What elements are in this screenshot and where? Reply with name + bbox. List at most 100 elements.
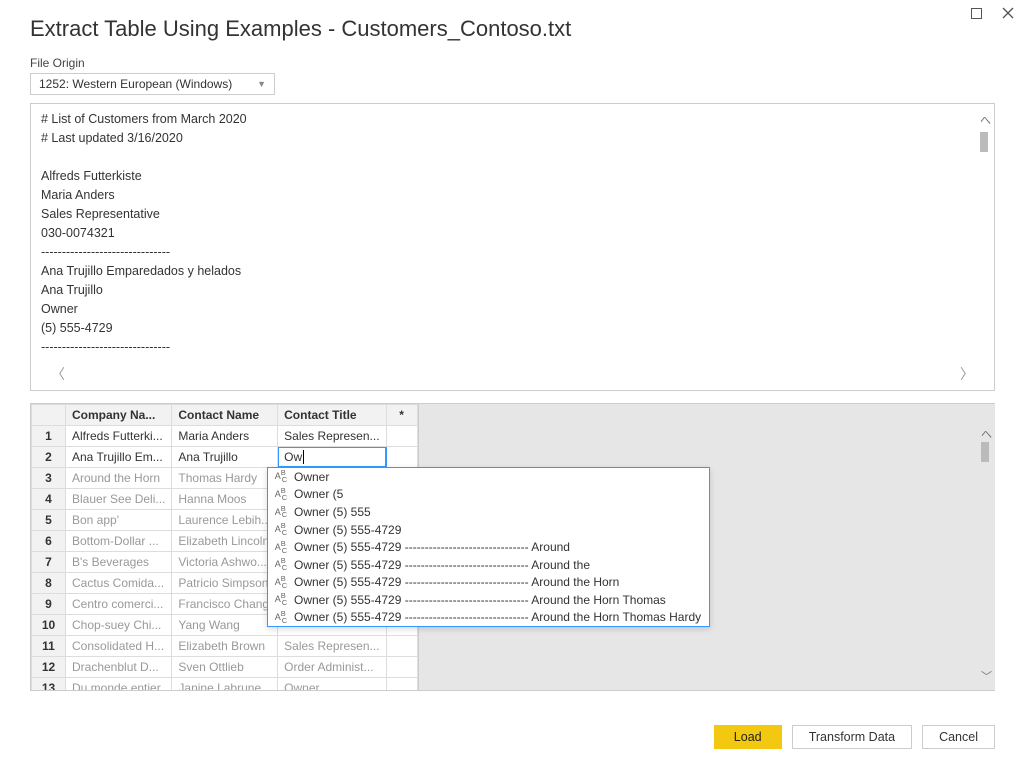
scroll-down-icon: ﹀: [981, 668, 992, 684]
autocomplete-text: Owner (5: [294, 487, 343, 501]
autocomplete-text: Owner (5) 555-4729 ---------------------…: [294, 575, 619, 589]
autocomplete-item[interactable]: ABC Owner (5) 555-4729 ------------------…: [268, 538, 709, 556]
scroll-thumb[interactable]: [981, 442, 989, 462]
grid-row-number[interactable]: 13: [32, 678, 66, 692]
grid-cell[interactable]: Blauer See Deli...: [66, 489, 172, 510]
autocomplete-text: Owner (5) 555-4729: [294, 523, 401, 537]
grid-cell[interactable]: Ana Trujillo Em...: [66, 447, 172, 468]
grid-row-number[interactable]: 4: [32, 489, 66, 510]
maximize-button[interactable]: [969, 6, 983, 20]
text-type-icon: ABC: [274, 592, 288, 607]
grid-cell[interactable]: Laurence Lebih...: [172, 510, 278, 531]
chevron-down-icon: ▼: [257, 79, 266, 89]
autocomplete-text: Owner (5) 555-4729 ---------------------…: [294, 558, 590, 572]
text-type-icon: ABC: [274, 610, 288, 625]
grid-cell[interactable]: Hanna Moos: [172, 489, 278, 510]
grid-cell[interactable]: Maria Anders: [172, 426, 278, 447]
file-preview: # List of Customers from March 2020 # La…: [30, 103, 995, 391]
autocomplete-item[interactable]: ABCOwner (5) 555-4729: [268, 521, 709, 539]
preview-vertical-scrollbar[interactable]: へ: [977, 104, 994, 358]
autocomplete-text: Owner (5) 555: [294, 505, 371, 519]
grid-cell[interactable]: Bon app': [66, 510, 172, 531]
autocomplete-item[interactable]: ABC Owner (5) 555-4729 ------------------…: [268, 556, 709, 574]
autocomplete-popup[interactable]: ABCOwnerABCOwner (5ABCOwner (5) 555ABCOw…: [267, 467, 710, 627]
grid-cell[interactable]: Francisco Chang: [172, 594, 278, 615]
load-button[interactable]: Load: [714, 725, 782, 749]
grid-cell[interactable]: Ana Trujillo: [172, 447, 278, 468]
autocomplete-item[interactable]: ABC Owner: [268, 468, 709, 486]
grid-row-number[interactable]: 10: [32, 615, 66, 636]
autocomplete-item[interactable]: ABC Owner (5) 555-4729 ------------------…: [268, 591, 709, 609]
grid-cell[interactable]: Elizabeth Lincoln: [172, 531, 278, 552]
grid-row-number[interactable]: 9: [32, 594, 66, 615]
grid-cell[interactable]: Sales Represen...: [278, 426, 386, 447]
grid-cell-editing[interactable]: Ow: [278, 447, 386, 468]
column-header-contact[interactable]: Contact Name: [172, 405, 278, 426]
grid-cell[interactable]: Consolidated H...: [66, 636, 172, 657]
grid-cell[interactable]: Sven Ottlieb: [172, 657, 278, 678]
grid-row-number[interactable]: 3: [32, 468, 66, 489]
file-origin-label: File Origin: [30, 56, 995, 70]
autocomplete-item[interactable]: ABCOwner (5) 555-4729 ------------------…: [268, 573, 709, 591]
scroll-thumb[interactable]: [980, 132, 988, 152]
grid-row-number[interactable]: 1: [32, 426, 66, 447]
autocomplete-text: Owner (5) 555-4729 ---------------------…: [294, 593, 666, 607]
file-origin-dropdown[interactable]: 1252: Western European (Windows) ▼: [30, 73, 275, 95]
grid-cell[interactable]: Sales Represen...: [278, 636, 386, 657]
grid-cell[interactable]: [386, 657, 417, 678]
grid-row-number[interactable]: 8: [32, 573, 66, 594]
grid-cell[interactable]: Alfreds Futterki...: [66, 426, 172, 447]
grid-vertical-scrollbar[interactable]: ヘ ﹀: [978, 426, 995, 684]
grid-cell[interactable]: B's Beverages: [66, 552, 172, 573]
file-origin-value: 1252: Western European (Windows): [39, 77, 232, 91]
grid-cell[interactable]: [386, 426, 417, 447]
grid-row-number[interactable]: 6: [32, 531, 66, 552]
grid-row-number[interactable]: 2: [32, 447, 66, 468]
scroll-right-icon: 〉: [960, 364, 974, 384]
text-type-icon: ABC: [274, 557, 288, 572]
column-header-company[interactable]: Company Na...: [66, 405, 172, 426]
grid-cell[interactable]: Victoria Ashwo...: [172, 552, 278, 573]
grid-row-number[interactable]: 7: [32, 552, 66, 573]
transform-data-button[interactable]: Transform Data: [792, 725, 912, 749]
text-type-icon: ABC: [274, 505, 288, 520]
grid-cell[interactable]: [386, 636, 417, 657]
autocomplete-item[interactable]: ABC Owner (5) 555-4729 ------------------…: [268, 609, 709, 627]
dialog-title: Extract Table Using Examples - Customers…: [30, 16, 995, 42]
text-type-icon: ABC: [274, 469, 288, 484]
preview-horizontal-scrollbar[interactable]: 〈 〉: [31, 358, 994, 390]
column-header-new[interactable]: *: [386, 405, 417, 426]
autocomplete-item[interactable]: ABC Owner (5) 555: [268, 503, 709, 521]
text-type-icon: ABC: [274, 487, 288, 502]
grid-cell[interactable]: [386, 447, 417, 468]
grid-row-number[interactable]: 11: [32, 636, 66, 657]
grid-cell[interactable]: Janine Labrune: [172, 678, 278, 692]
grid-row-number[interactable]: 5: [32, 510, 66, 531]
column-header-title[interactable]: Contact Title: [278, 405, 386, 426]
grid-cell[interactable]: [386, 678, 417, 692]
grid-cell[interactable]: Chop-suey Chi...: [66, 615, 172, 636]
grid-cell[interactable]: Patricio Simpson: [172, 573, 278, 594]
grid-cell[interactable]: Bottom-Dollar ...: [66, 531, 172, 552]
column-header-rownum[interactable]: [32, 405, 66, 426]
grid-cell[interactable]: Thomas Hardy: [172, 468, 278, 489]
grid-cell[interactable]: Cactus Comida...: [66, 573, 172, 594]
grid-cell[interactable]: Du monde entier: [66, 678, 172, 692]
grid-cell[interactable]: Owner: [278, 678, 386, 692]
scroll-left-icon: 〈: [51, 364, 65, 384]
grid-cell[interactable]: Drachenblut D...: [66, 657, 172, 678]
autocomplete-text: Owner (5) 555-4729 ---------------------…: [294, 610, 701, 624]
autocomplete-text: Owner (5) 555-4729 ---------------------…: [294, 540, 570, 554]
grid-cell[interactable]: Yang Wang: [172, 615, 278, 636]
grid-cell[interactable]: Order Administ...: [278, 657, 386, 678]
grid-row-number[interactable]: 12: [32, 657, 66, 678]
cancel-button[interactable]: Cancel: [922, 725, 995, 749]
grid-cell[interactable]: Around the Horn: [66, 468, 172, 489]
autocomplete-text: Owner: [294, 470, 329, 484]
text-type-icon: ABC: [274, 540, 288, 555]
grid-cell[interactable]: Centro comerci...: [66, 594, 172, 615]
grid-cell[interactable]: Elizabeth Brown: [172, 636, 278, 657]
scroll-up-icon: ヘ: [981, 429, 992, 441]
close-button[interactable]: [1001, 6, 1015, 20]
autocomplete-item[interactable]: ABC Owner (5: [268, 486, 709, 504]
